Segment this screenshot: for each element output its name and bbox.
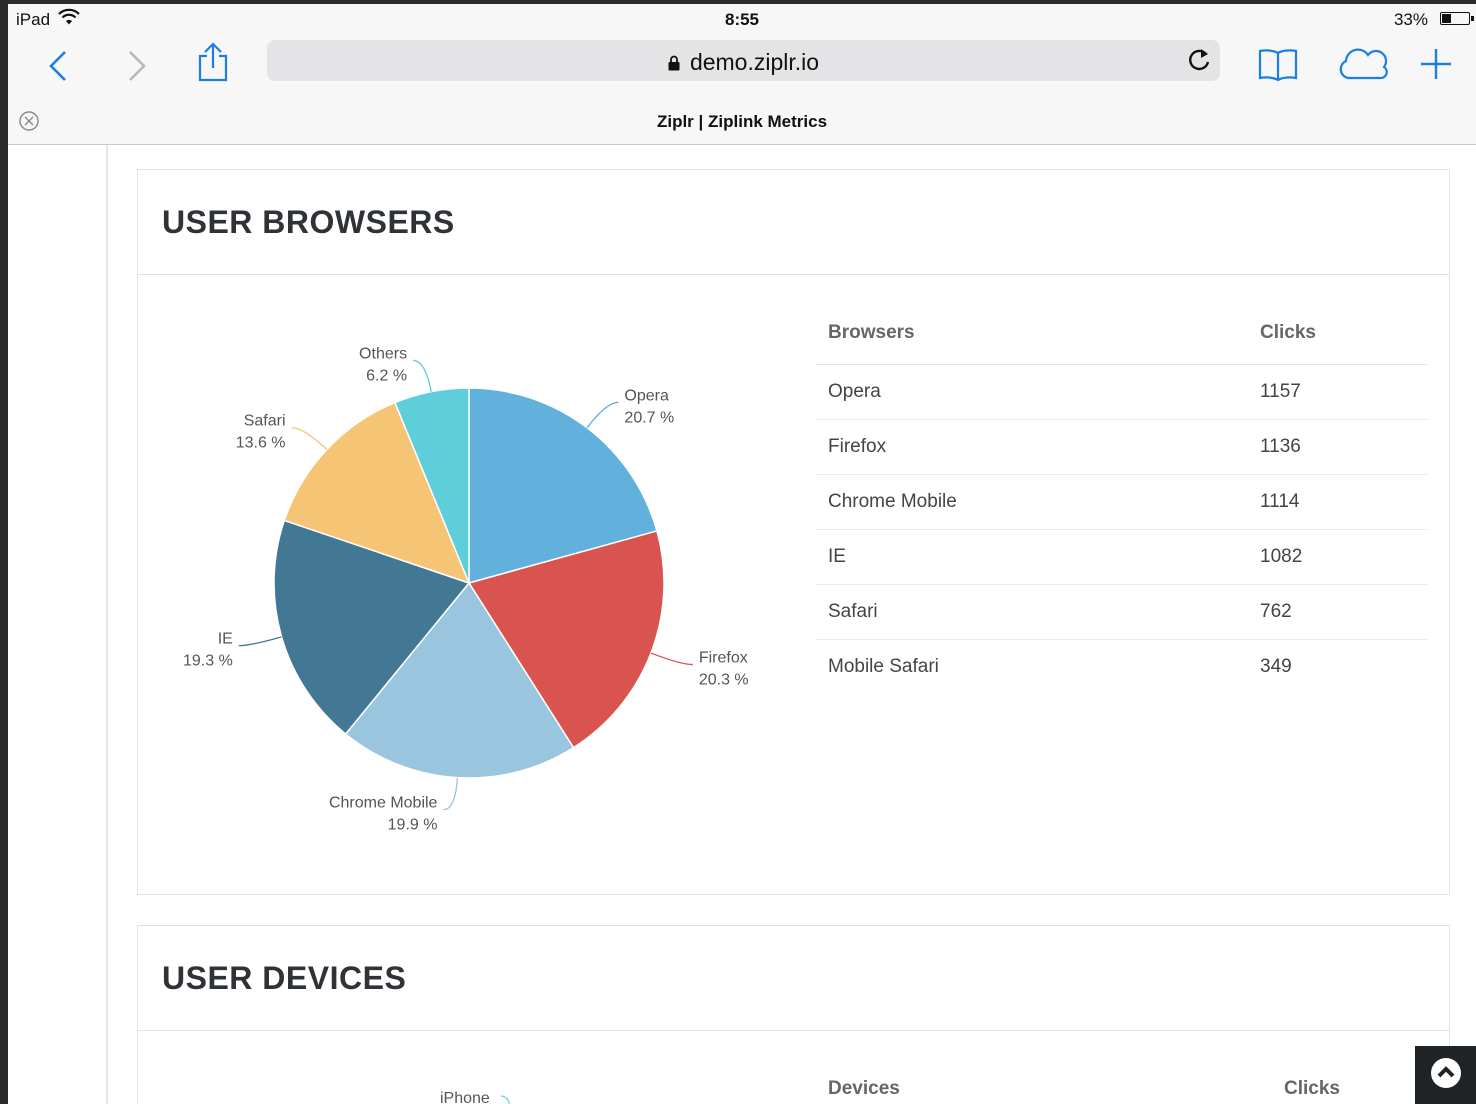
scroll-to-top-button[interactable] (1415, 1046, 1476, 1104)
pie-label-firefox: Firefox (699, 650, 748, 667)
lock-icon (668, 50, 680, 77)
browser-clicks: 1136 (1248, 419, 1428, 475)
book-icon[interactable] (1256, 42, 1300, 86)
browser-clicks: 1157 (1248, 364, 1428, 420)
url-text: demo.ziplr.io (689, 49, 820, 75)
pie-value-chrome-mobile: 19.9 % (388, 817, 438, 834)
column-header-clicks: Clicks (1272, 1058, 1428, 1104)
chevron-right-icon[interactable] (115, 44, 159, 88)
pie-label-chrome-mobile: Chrome Mobile (329, 795, 438, 812)
section-title: USER DEVICES (162, 960, 407, 996)
table-header-row: Browsers Clicks (816, 302, 1428, 365)
table-row: Firefox 1136 (816, 419, 1428, 475)
browser-toolbar: demo.ziplr.io (8, 34, 1476, 96)
pie-label-iphone: iPhone (440, 1090, 490, 1104)
ipad-screen: iPad 8:55 33% demo.ziplr.io Ziplr | Zipl… (8, 4, 1476, 1104)
pie-value-safari: 13.6 % (236, 435, 286, 452)
browser-name: Mobile Safari (828, 656, 939, 677)
browser-clicks: 762 (1248, 584, 1428, 640)
table-row: Opera 1157 (816, 364, 1428, 420)
column-header-clicks: Clicks (1248, 302, 1428, 365)
table-row: Mobile Safari 349 (816, 640, 1428, 695)
pie-leader-line (443, 777, 459, 811)
table-row: Chrome Mobile 1114 (816, 474, 1428, 530)
arrow-up-circle-icon (1429, 1056, 1463, 1095)
table-header-row: Devices Clicks (816, 1058, 1428, 1104)
pie-leader-line (586, 401, 619, 429)
pie-value-firefox: 20.3 % (699, 672, 749, 689)
status-bar: iPad 8:55 33% (8, 4, 1476, 34)
tab-bar: Ziplr | Ziplink Metrics (8, 96, 1476, 145)
tab-title[interactable]: Ziplr | Ziplink Metrics (8, 112, 1476, 132)
plus-icon[interactable] (1414, 42, 1458, 86)
cloud-icon[interactable] (1334, 42, 1390, 86)
browser-clicks: 349 (1260, 656, 1292, 677)
pie-value-ie: 19.3 % (183, 653, 233, 670)
browser-pie-chart: Opera 20.7 % Firefox 20.3 % Chrome Mobile 19.… (183, 345, 749, 834)
pie-leader-line (291, 426, 328, 450)
table-row: IE 1082 (816, 529, 1428, 585)
battery-percent: 33% (1393, 10, 1428, 29)
devices-table: Devices Clicks (816, 1058, 1428, 1104)
pie-value-opera: 20.7 % (624, 409, 674, 426)
browser-name: Safari (816, 584, 1248, 640)
section-title: USER BROWSERS (162, 204, 455, 240)
pie-value-others: 6.2 % (366, 367, 407, 384)
pie-label-safari: Safari (244, 413, 286, 430)
chevron-left-icon[interactable] (36, 44, 80, 88)
reload-icon[interactable] (1186, 46, 1212, 79)
browsers-table: Browsers Clicks Opera 1157 Firefox 1136 Ch… (816, 302, 1428, 694)
user-devices-card: USER DEVICES iPhone Devices Clicks (137, 925, 1450, 1104)
pie-leader-line (238, 636, 282, 647)
browser-name: IE (816, 529, 1248, 585)
page-content: USER BROWSERS Opera 20.7 % Firefox 20.3 % Ch… (8, 145, 1476, 1104)
browser-clicks: 1114 (1248, 474, 1428, 530)
user-browsers-card: USER BROWSERS Opera 20.7 % Firefox 20.3 % Ch… (137, 169, 1450, 895)
clock: 8:55 (724, 10, 760, 29)
pie-label-opera: Opera (624, 387, 669, 404)
share-icon[interactable] (191, 40, 235, 84)
browser-name: Firefox (816, 419, 1248, 475)
card-divider (138, 1030, 1449, 1031)
browser-name: Chrome Mobile (816, 474, 1248, 530)
browser-name: Opera (816, 364, 1248, 420)
column-header-devices: Devices (816, 1058, 1272, 1104)
pie-label-others: Others (359, 345, 407, 362)
pie-label-ie: IE (218, 631, 233, 648)
address-bar[interactable]: demo.ziplr.io (267, 40, 1220, 81)
table-row: Safari 762 (816, 584, 1428, 640)
battery-icon (1440, 12, 1474, 25)
pie-leader-line (500, 1095, 511, 1104)
browser-clicks: 1082 (1248, 529, 1428, 585)
column-header-browsers: Browsers (816, 302, 1248, 365)
sidebar-edge (106, 145, 108, 1104)
pie-leader-line (412, 359, 432, 392)
pie-leader-line (650, 652, 693, 666)
card-divider (138, 274, 1449, 275)
